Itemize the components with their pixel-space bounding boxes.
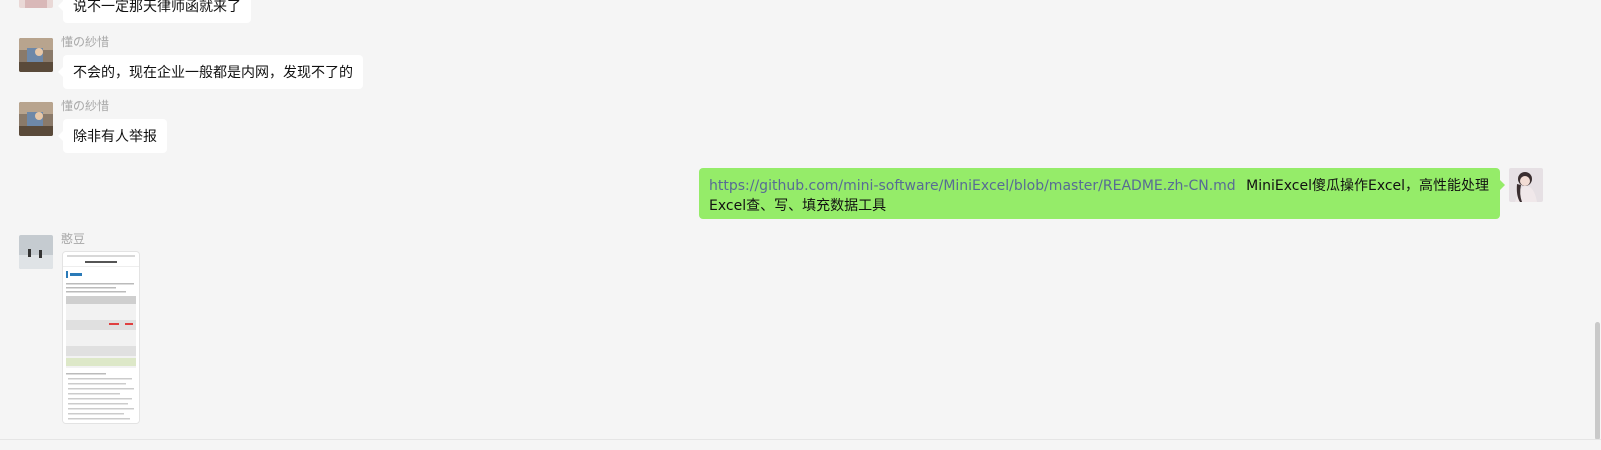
sender-avatar[interactable] xyxy=(19,102,53,136)
message-bubble[interactable]: 除非有人举报 xyxy=(58,119,167,153)
message-text: 说不一定那天律师函就来了 xyxy=(73,0,241,15)
sender-avatar[interactable] xyxy=(19,235,53,269)
sender-name: 懂の紗惜 xyxy=(61,99,110,113)
message-bubble[interactable]: 说不一定那天律师函就来了 xyxy=(58,0,251,23)
sender-name: 懂の紗惜 xyxy=(61,35,110,49)
image-message-thumbnail[interactable] xyxy=(63,252,139,423)
chat-message-list[interactable]: 说不一定那天律师函就来了 懂の紗惜 不会的，现在企业一般都是内网，发现不了的 懂… xyxy=(0,0,1601,450)
chat-scrollbar[interactable] xyxy=(1595,322,1600,440)
message-text: 除非有人举报 xyxy=(73,129,157,145)
sender-avatar[interactable] xyxy=(19,38,53,72)
message-link[interactable]: https://github.com/mini-software/MiniExc… xyxy=(709,178,1236,194)
message-bubble[interactable]: 不会的，现在企业一般都是内网，发现不了的 xyxy=(58,55,363,89)
input-area-divider xyxy=(0,439,1601,440)
message-bubble-self[interactable]: https://github.com/mini-software/MiniExc… xyxy=(699,168,1505,219)
sender-name: 憨豆 xyxy=(61,232,86,246)
sender-avatar[interactable] xyxy=(19,0,53,8)
message-text: 不会的，现在企业一般都是内网，发现不了的 xyxy=(73,65,353,81)
self-avatar[interactable] xyxy=(1509,168,1543,202)
